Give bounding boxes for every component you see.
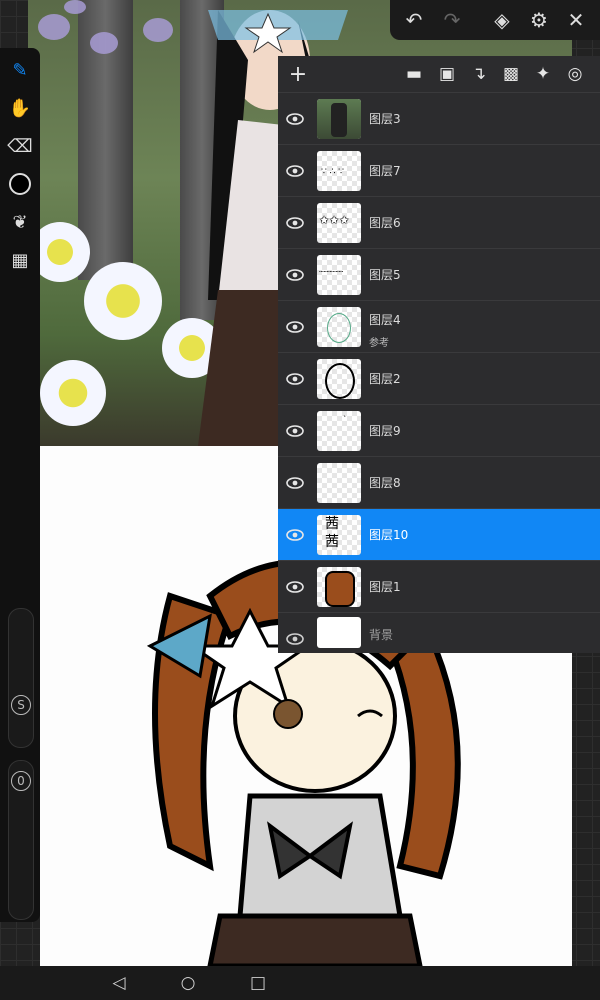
- recents-icon[interactable]: □: [247, 972, 269, 994]
- brush-opacity-knob[interactable]: 0: [11, 771, 31, 791]
- left-toolbar: ✎ ✋ ⌫ ❦ ▦ S 0: [0, 48, 40, 922]
- layer-row[interactable]: 图层4 参考: [278, 300, 600, 353]
- layer-row[interactable]: 图层8: [278, 456, 600, 509]
- layer-row[interactable]: ✩✩✩ 图层6: [278, 196, 600, 249]
- eye-icon[interactable]: [283, 627, 307, 651]
- layer-thumbnail: [317, 359, 361, 399]
- undo-icon[interactable]: ↶: [402, 8, 426, 32]
- close-icon[interactable]: ✕: [564, 8, 588, 32]
- layer-name: 图层2: [369, 372, 401, 386]
- eye-icon[interactable]: [283, 471, 307, 495]
- layer-name: 图层9: [369, 424, 401, 438]
- layer-thumbnail: [317, 567, 361, 607]
- layer-row[interactable]: 图层2: [278, 352, 600, 405]
- layers-panel: + ▬ ▣ ↴ ▩ ✦ ◎ 图层3 ∵ ∴ ∵ 图层7 ✩✩✩ 图层6 ┈┈┈┈ 图层5 图层…: [278, 56, 600, 652]
- layers-panel-header: + ▬ ▣ ↴ ▩ ✦ ◎: [278, 56, 600, 92]
- layer-thumbnail: [317, 307, 361, 347]
- layer-name: 图层5: [369, 268, 401, 282]
- layer-row[interactable]: ` 图层9: [278, 404, 600, 457]
- pin-icon[interactable]: ✦: [531, 62, 555, 86]
- layer-row[interactable]: ┈┈┈┈ 图层5: [278, 248, 600, 301]
- flower: [40, 360, 106, 426]
- grid-icon[interactable]: ▦: [8, 248, 32, 272]
- layer-thumbnail: `: [317, 411, 361, 451]
- layer-name: 图层1: [369, 580, 401, 594]
- color-swatch[interactable]: [8, 172, 32, 196]
- blossom: [90, 32, 118, 54]
- blossom: [143, 18, 173, 42]
- add-icon[interactable]: +: [286, 62, 310, 87]
- leaf-icon[interactable]: ❦: [8, 210, 32, 234]
- brush-size-knob[interactable]: S: [11, 695, 31, 715]
- brush-size-slider[interactable]: S: [8, 608, 34, 748]
- layer-name: 图层8: [369, 476, 401, 490]
- layer-thumbnail: ∵ ∴ ∵: [317, 151, 361, 191]
- layer-row[interactable]: ∵ ∴ ∵ 图层7: [278, 144, 600, 197]
- background-layer-label: 背景: [369, 628, 394, 642]
- eye-icon[interactable]: [283, 575, 307, 599]
- eye-icon[interactable]: [283, 367, 307, 391]
- layers-icon[interactable]: ◈: [490, 8, 514, 32]
- blossom: [38, 14, 70, 40]
- layer-row[interactable]: 图层3: [278, 92, 600, 145]
- eye-icon[interactable]: [283, 523, 307, 547]
- layer-row[interactable]: 图层1: [278, 560, 600, 613]
- eye-icon[interactable]: [283, 315, 307, 339]
- layer-thumbnail: [317, 99, 361, 139]
- eye-icon[interactable]: [283, 263, 307, 287]
- layer-name: 图层10: [369, 528, 409, 542]
- eye-icon[interactable]: [283, 107, 307, 131]
- gear-icon[interactable]: ⚙: [527, 8, 551, 32]
- eye-icon[interactable]: [283, 159, 307, 183]
- background-thumbnail: [317, 617, 361, 648]
- eraser-icon[interactable]: ⌫: [7, 134, 32, 158]
- back-icon[interactable]: ◁: [108, 972, 130, 994]
- layer-name: 图层3: [369, 112, 401, 126]
- top-toolbar: ↶ ↷ ◈ ⚙ ✕: [390, 0, 600, 40]
- folder-icon[interactable]: ▬: [402, 62, 426, 86]
- pen-icon[interactable]: ✎: [8, 58, 32, 82]
- eye-icon[interactable]: [283, 419, 307, 443]
- system-nav-bar: ◁ ○ □: [0, 966, 600, 1000]
- layer-thumbnail: ┈┈┈┈: [317, 255, 361, 295]
- layer-name: 图层7: [369, 164, 401, 178]
- redo-icon[interactable]: ↷: [440, 8, 464, 32]
- merge-down-icon[interactable]: ↴: [467, 62, 491, 86]
- layer-name: 图层6: [369, 216, 401, 230]
- checker-icon[interactable]: ▩: [499, 62, 523, 86]
- smudge-icon[interactable]: ✋: [8, 96, 32, 120]
- color-swatch-dot: [9, 173, 31, 195]
- layer-thumbnail: ✩✩✩: [317, 203, 361, 243]
- eye-icon[interactable]: [283, 211, 307, 235]
- lock-icon[interactable]: ▣: [435, 62, 459, 86]
- home-icon[interactable]: ○: [177, 972, 199, 994]
- flower: [84, 262, 162, 340]
- layer-thumbnail: 茜 茜: [317, 515, 361, 555]
- background-layer-row[interactable]: 背景: [278, 612, 600, 653]
- blossom: [64, 0, 86, 14]
- layer-row[interactable]: 茜 茜图层10: [278, 508, 600, 561]
- layer-name: 图层4: [369, 313, 401, 327]
- layer-subtitle: 参考: [369, 338, 389, 349]
- brush-opacity-slider[interactable]: 0: [8, 760, 34, 920]
- spiral-icon[interactable]: ◎: [563, 62, 587, 86]
- layer-thumbnail: [317, 463, 361, 503]
